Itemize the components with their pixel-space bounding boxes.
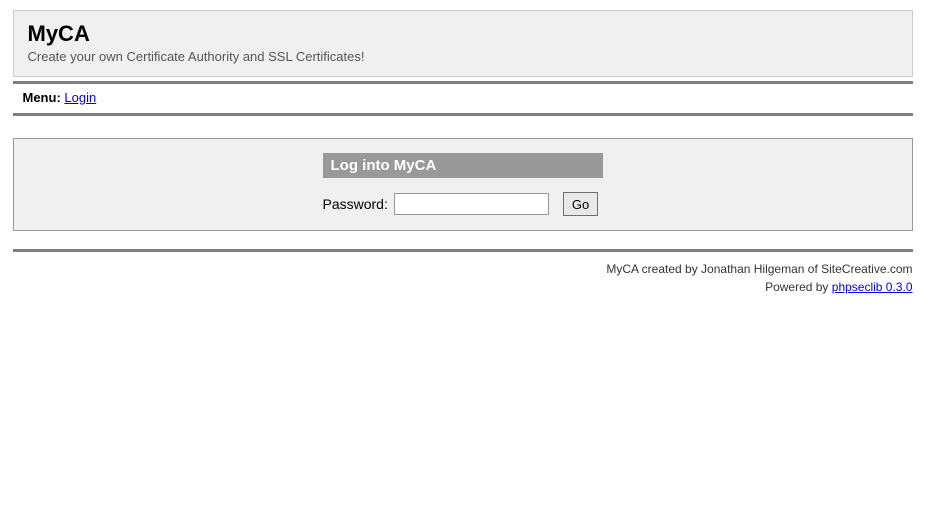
login-content-box: Log into MyCA Password: Go	[13, 138, 913, 231]
footer-phpseclib-link[interactable]: phpseclib 0.3.0	[832, 280, 913, 294]
footer: MyCA created by Jonathan Hilgeman of Sit…	[13, 260, 913, 296]
page-title: MyCA	[28, 21, 898, 47]
page-subtitle: Create your own Certificate Authority an…	[28, 49, 898, 64]
menu-label: Menu:	[23, 90, 61, 105]
password-input[interactable]	[394, 193, 549, 215]
header: MyCA Create your own Certificate Authori…	[13, 10, 913, 77]
divider-bottom	[13, 249, 913, 252]
login-panel: Log into MyCA Password: Go	[323, 153, 603, 216]
page-container: MyCA Create your own Certificate Authori…	[13, 0, 913, 296]
menu-login-link[interactable]: Login	[64, 90, 96, 105]
login-form-row: Password: Go	[323, 192, 603, 216]
go-button[interactable]: Go	[563, 192, 598, 216]
footer-powered-prefix: Powered by	[765, 280, 832, 294]
login-panel-title: Log into MyCA	[323, 153, 603, 178]
password-label: Password:	[323, 196, 388, 212]
menu-bar: Menu: Login	[13, 84, 913, 111]
footer-credit: MyCA created by Jonathan Hilgeman of Sit…	[13, 260, 913, 278]
divider-menu	[13, 113, 913, 116]
footer-powered: Powered by phpseclib 0.3.0	[13, 278, 913, 296]
